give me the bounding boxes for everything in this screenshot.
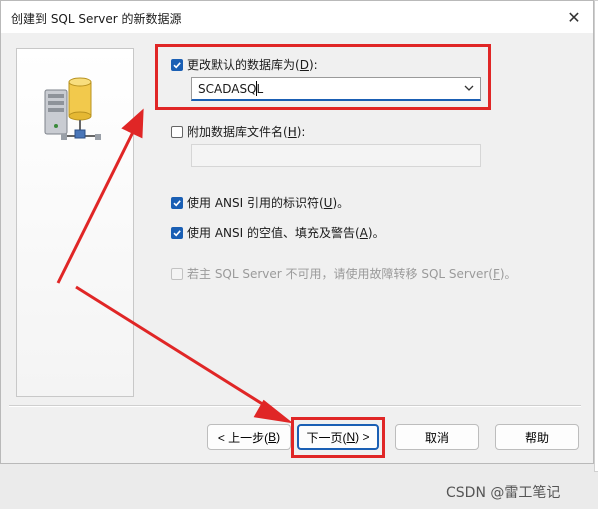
attach-db-file-label: 附加数据库文件名(H): — [187, 125, 306, 139]
cancel-button[interactable]: 取消 — [395, 424, 479, 450]
ansi-nulls-label: 使用 ANSI 的空值、填充及警告(A)。 — [187, 226, 385, 240]
text-cursor — [256, 81, 257, 96]
ansi-quoted-identifiers-label: 使用 ANSI 引用的标识符(U)。 — [187, 196, 350, 210]
db-filename-input[interactable] — [191, 144, 481, 167]
ansi-quoted-identifiers-checkbox[interactable]: 使用 ANSI 引用的标识符(U)。 — [171, 194, 349, 211]
database-server-icon — [44, 77, 101, 140]
watermark: CSDN @雷工笔记 — [446, 485, 561, 501]
attach-db-file-checkbox[interactable]: 附加数据库文件名(H): — [171, 123, 305, 140]
window-title: 创建到 SQL Server 的新数据源 — [11, 12, 182, 26]
dialog-window: 创建到 SQL Server 的新数据源 ✕ 更改默认的数据库为(D): SCA… — [0, 0, 594, 464]
separator — [9, 405, 581, 407]
title-bar: 创建到 SQL Server 的新数据源 ✕ — [1, 1, 593, 33]
failover-checkbox: 若主 SQL Server 不可用，请使用故障转移 SQL Server(F)。 — [171, 265, 517, 282]
checkmark-icon — [171, 58, 183, 71]
failover-label: 若主 SQL Server 不可用，请使用故障转移 SQL Server(F)。 — [187, 267, 517, 281]
checkbox-box — [171, 125, 183, 138]
close-icon[interactable]: ✕ — [563, 7, 585, 29]
default-database-combobox[interactable]: SCADASQL — [191, 77, 481, 101]
checkmark-icon — [171, 196, 183, 209]
back-button[interactable]: < 上一步(B) — [207, 424, 291, 450]
change-default-db-label: 更改默认的数据库为(D): — [187, 58, 318, 72]
checkmark-icon — [171, 226, 183, 239]
side-illustration — [16, 48, 134, 397]
change-default-db-checkbox[interactable]: 更改默认的数据库为(D): — [171, 56, 318, 73]
checkbox-box — [171, 267, 183, 280]
default-database-value: SCADASQL — [198, 82, 264, 96]
help-button[interactable]: 帮助 — [495, 424, 579, 450]
chevron-down-icon[interactable] — [464, 84, 474, 92]
ansi-nulls-checkbox[interactable]: 使用 ANSI 的空值、填充及警告(A)。 — [171, 224, 385, 241]
background-window-fragment — [594, 0, 598, 472]
next-button[interactable]: 下一页(N) > — [297, 424, 379, 450]
